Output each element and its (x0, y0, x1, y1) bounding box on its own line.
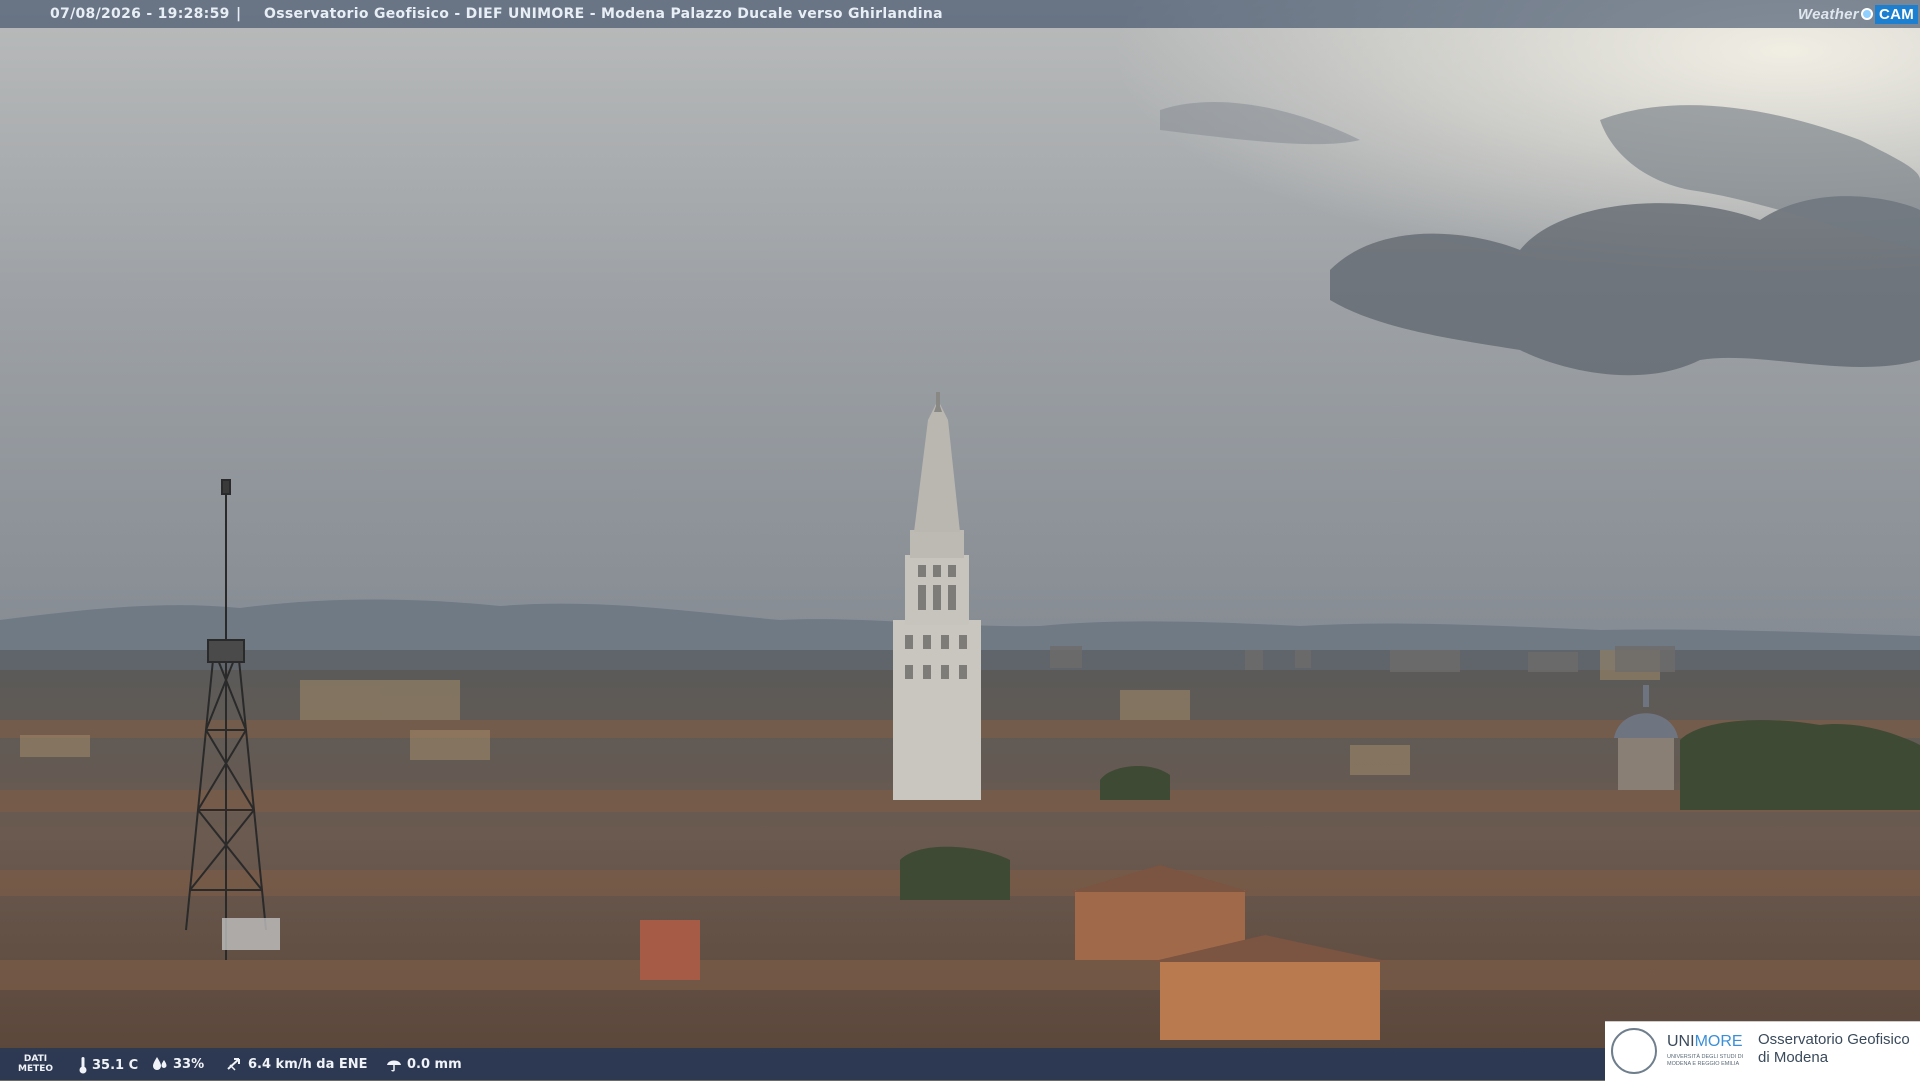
weathercam-logo-weather: Weather (1797, 5, 1859, 23)
rain-umbrella-icon (387, 1060, 401, 1072)
observatory-name: Osservatorio Geofisico di Modena (1758, 1031, 1910, 1066)
humidity-reading: 33% (151, 1056, 204, 1072)
humidity-value: 33% (173, 1056, 205, 1072)
weathercam-logo: Weather CAM (1798, 2, 1918, 26)
rain-reading: 0.0 mm (385, 1056, 462, 1072)
timestamp: 07/08/2026 - 19:28:59 (50, 6, 230, 22)
wind-arrow-icon (227, 1058, 240, 1071)
rain-value: 0.0 mm (407, 1056, 462, 1072)
top-overlay-bar: 07/08/2026 - 19:28:59 | Osservatorio Geo… (0, 0, 1920, 28)
separator: | (236, 6, 242, 22)
unimore-logo-box: UNIMORE UNIVERSITÀ DEGLI STUDI DI MODENA… (1605, 1021, 1920, 1081)
trees (1680, 720, 1920, 810)
meteo-data-bar: DATI METEO 35.1 C 33% 6.4 km/h da ENE 0.… (0, 1048, 1605, 1080)
camera-title: Osservatorio Geofisico - DIEF UNIMORE - … (264, 6, 943, 22)
temperature-value: 35.1 C (92, 1057, 139, 1073)
unimore-wordmark: UNIMORE (1667, 1033, 1743, 1050)
humidity-drops-icon (153, 1057, 167, 1070)
unimore-subtitle: UNIVERSITÀ DEGLI STUDI DI MODENA E REGGI… (1667, 1054, 1744, 1067)
temperature-reading: 35.1 C (78, 1056, 138, 1074)
weathercam-logo-cam: CAM (1874, 4, 1918, 24)
thermometer-icon (79, 1057, 87, 1074)
weathercam-dot-icon (1860, 8, 1873, 20)
webcam-scene (0, 0, 1920, 1080)
university-seal-icon (1611, 1028, 1657, 1074)
wind-value: 6.4 km/h da ENE (248, 1056, 368, 1072)
wind-reading: 6.4 km/h da ENE (226, 1056, 368, 1072)
meteo-label: DATI METEO (18, 1054, 54, 1074)
